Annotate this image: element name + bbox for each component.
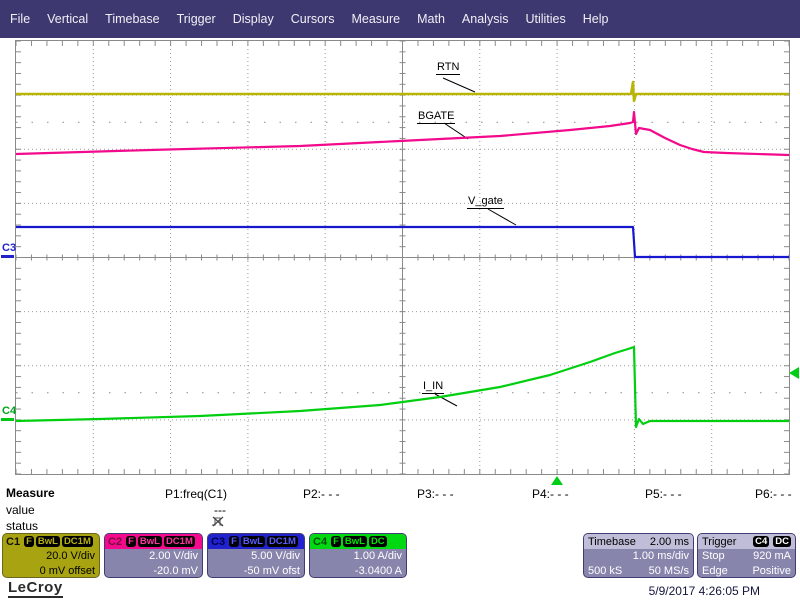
timebase-samples: 500 kS [588, 565, 623, 577]
trace-label-iin: I_IN [422, 380, 445, 394]
c1-label: C1 [6, 535, 21, 548]
datetime-stamp: 5/9/2017 4:26:05 PM [648, 584, 760, 598]
measure-panel-title: Measure [6, 486, 55, 500]
c1-coupling-badge: DC1M [61, 536, 93, 547]
timebase-box[interactable]: Timebase 2.00 ms 1.00 ms/div 500 kS 50 M… [583, 533, 694, 578]
c3-ground-marker-dash[interactable] [1, 255, 14, 258]
menu-utilities[interactable]: Utilities [525, 12, 565, 26]
c4-filter-badge: F [331, 536, 341, 547]
c2-label: C2 [108, 535, 123, 548]
oscilloscope-screen: File Vertical Timebase Trigger Display C… [0, 0, 800, 600]
c1-volts-per-div: 20.0 V/div [46, 550, 95, 562]
trace-label-vgate: V_gate [467, 195, 504, 209]
trigger-mode: Stop [702, 550, 725, 562]
c2-coupling-badge: DC1M [163, 536, 195, 547]
menu-trigger[interactable]: Trigger [177, 12, 216, 26]
measure-param-p2[interactable]: P2:- - - [303, 487, 340, 501]
menu-timebase[interactable]: Timebase [105, 12, 159, 26]
measure-param-p4[interactable]: P4:- - - [532, 487, 569, 501]
c4-ground-marker-label[interactable]: C4 [2, 406, 16, 417]
c1-filter-badge: F [24, 536, 34, 547]
trigger-level-marker-icon[interactable] [789, 367, 799, 379]
trigger-source-badge: C4 [753, 536, 770, 547]
menu-help[interactable]: Help [583, 12, 609, 26]
c4-offset: -3.0400 A [354, 565, 402, 577]
timebase-title: Timebase [588, 535, 636, 548]
c4-bwl-badge: BwL [342, 536, 367, 547]
menu-display[interactable]: Display [233, 12, 274, 26]
measure-value-row-label: value [6, 503, 35, 517]
waveform-svg [16, 41, 789, 474]
lecroy-logo: LeCroy [8, 579, 63, 598]
measure-param-p6[interactable]: P6:- - - [755, 487, 792, 501]
trigger-type: Edge [702, 565, 728, 577]
c3-volts-per-div: 5.00 V/div [251, 550, 300, 562]
c2-offset: -20.0 mV [153, 565, 198, 577]
c3-bwl-badge: BwL [240, 536, 265, 547]
c1-offset: 0 mV offset [39, 565, 95, 577]
c4-coupling-badge: DC [368, 536, 387, 547]
timebase-rate: 50 MS/s [648, 565, 689, 577]
trigger-level: 920 mA [753, 550, 791, 562]
channel-box-c3[interactable]: C3 F BwL DC1M 5.00 V/div -50 mV ofst [207, 533, 305, 578]
c3-label: C3 [211, 535, 226, 548]
c4-ground-marker-dash[interactable] [1, 418, 14, 421]
trace-label-rtn: RTN [436, 61, 461, 75]
timebase-per-div: 1.00 ms/div [632, 550, 689, 562]
c3-offset: -50 mV ofst [243, 565, 300, 577]
c2-filter-badge: F [126, 536, 136, 547]
menu-vertical[interactable]: Vertical [47, 12, 88, 26]
trace-label-bgate: BGATE [417, 110, 456, 124]
trigger-title: Trigger [702, 535, 737, 548]
c3-coupling-badge: DC1M [266, 536, 298, 547]
measure-param-p5[interactable]: P5:- - - [645, 487, 682, 501]
measure-p1-status-crossed-pulse-icon [211, 515, 226, 533]
c4-amps-per-div: 1.00 A/div [353, 550, 402, 562]
menu-bar: File Vertical Timebase Trigger Display C… [0, 0, 800, 38]
channel-box-c2[interactable]: C2 F BwL DC1M 2.00 V/div -20.0 mV [104, 533, 203, 578]
trigger-slope: Positive [752, 565, 791, 577]
menu-math[interactable]: Math [417, 12, 445, 26]
c4-label: C4 [313, 535, 328, 548]
c3-filter-badge: F [229, 536, 239, 547]
channel-box-c1[interactable]: C1 F BwL DC1M 20.0 V/div 0 mV offset [2, 533, 100, 578]
menu-file[interactable]: File [10, 12, 30, 26]
trigger-coupling-badge: DC [773, 536, 791, 547]
c1-bwl-badge: BwL [35, 536, 60, 547]
c2-bwl-badge: BwL [137, 536, 162, 547]
trigger-box[interactable]: Trigger C4 DC Stop 920 mA Edge Positive [697, 533, 796, 578]
c3-ground-marker-label[interactable]: C3 [2, 243, 16, 254]
measure-param-p1[interactable]: P1:freq(C1) [165, 487, 227, 501]
c2-volts-per-div: 2.00 V/div [149, 550, 198, 562]
menu-measure[interactable]: Measure [351, 12, 400, 26]
menu-cursors[interactable]: Cursors [291, 12, 335, 26]
measure-status-row-label: status [6, 519, 39, 533]
timebase-delay: 2.00 ms [649, 535, 689, 548]
waveform-area: RTN BGATE V_gate I_IN [15, 40, 790, 475]
trigger-time-marker-icon[interactable] [551, 476, 563, 485]
channel-box-c4[interactable]: C4 F BwL DC 1.00 A/div -3.0400 A [309, 533, 407, 578]
menu-analysis[interactable]: Analysis [462, 12, 509, 26]
measure-param-p3[interactable]: P3:- - - [417, 487, 454, 501]
